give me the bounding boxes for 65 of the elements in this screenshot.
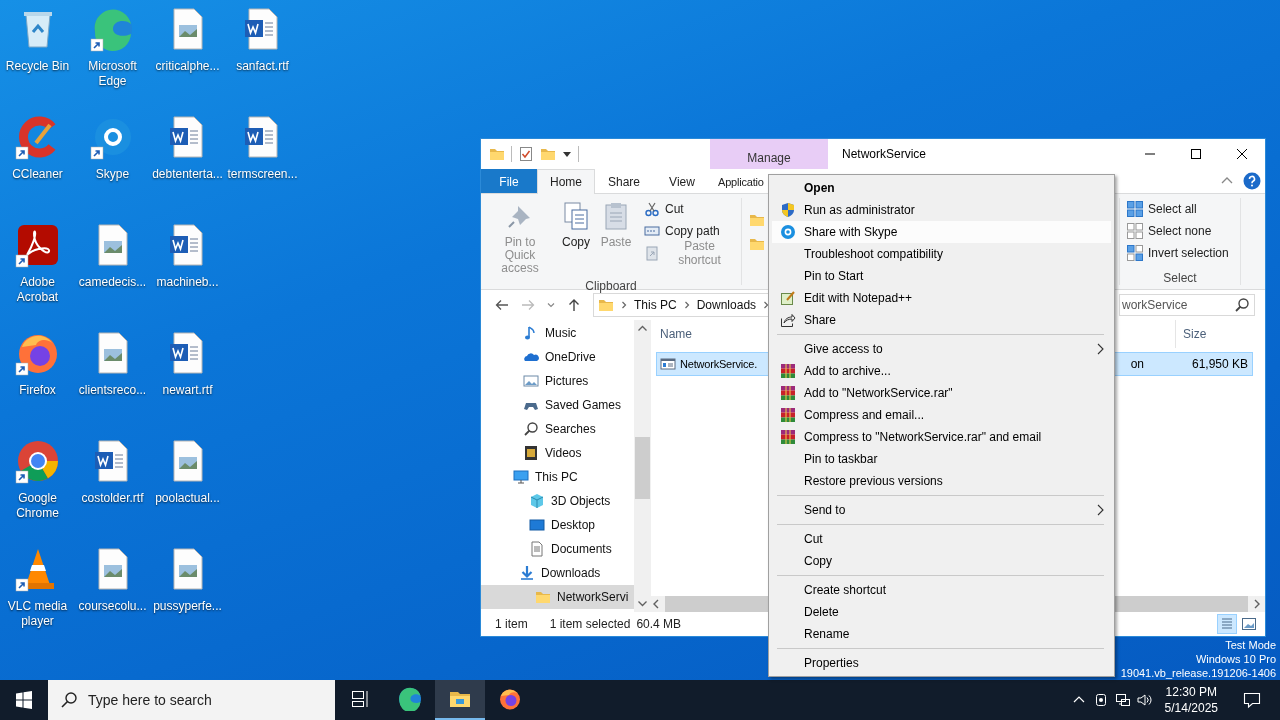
system-info-text: Test Mode	[1225, 638, 1276, 652]
file-name: NetworkService.	[680, 358, 758, 370]
menu-item[interactable]: Compress and email...	[772, 404, 1111, 426]
nav-item[interactable]: Downloads	[481, 561, 635, 585]
window-title: NetworkService	[842, 147, 927, 161]
file-type: on	[1130, 357, 1144, 371]
menu-item[interactable]: Properties	[772, 652, 1111, 674]
nav-item[interactable]: Pictures	[481, 369, 635, 393]
menu-item[interactable]: Give access to	[772, 338, 1111, 360]
ribbon-tab[interactable]: Home	[537, 169, 595, 194]
file-menu-tab[interactable]: File	[481, 169, 537, 193]
clock-date: 5/14/2025	[1164, 700, 1218, 716]
column-header[interactable]: Size	[1175, 320, 1255, 348]
menu-item[interactable]: Compress to "NetworkService.rar" and email	[772, 426, 1111, 448]
menu-item[interactable]: Copy	[772, 550, 1111, 572]
menu-item[interactable]: Open	[772, 177, 1111, 199]
nav-item[interactable]: Searches	[481, 417, 635, 441]
menu-item[interactable]: Pin to Start	[772, 265, 1111, 287]
nav-item[interactable]: Videos	[481, 441, 635, 465]
menu-item[interactable]: Restore previous versions	[772, 470, 1111, 492]
system-info-text: Windows 10 Pro	[1195, 652, 1276, 666]
menu-item[interactable]: Share with Skype	[772, 221, 1111, 243]
menu-item[interactable]: Edit with Notepad++	[772, 287, 1111, 309]
menu-item[interactable]: Delete	[772, 601, 1111, 623]
nav-item[interactable]: NetworkServi	[481, 585, 635, 609]
clock-time: 12:30 PM	[1165, 684, 1217, 700]
menu-item[interactable]: Cut	[772, 528, 1111, 550]
menu-item[interactable]: Add to archive...	[772, 360, 1111, 382]
ribbon-tab[interactable]: Applicatio	[711, 169, 765, 193]
item-count: 1 item	[495, 617, 528, 631]
nav-item[interactable]: Documents	[481, 537, 635, 561]
file-size: 61,950 KB	[1190, 357, 1249, 371]
group-label: Clipboard	[584, 278, 638, 295]
taskbar-search-field[interactable]: Type here to search	[48, 680, 335, 720]
cut-button[interactable]: Cut	[641, 198, 737, 220]
system-info-text: 19041.vb_release.191206-1406	[1120, 666, 1276, 680]
breadcrumb[interactable]: This PC	[634, 298, 677, 312]
ribbon-tab[interactable]: View	[653, 169, 711, 193]
menu-item[interactable]: Create shortcut	[772, 579, 1111, 601]
column-header[interactable]: Name	[648, 327, 692, 341]
menu-item[interactable]: Send to	[772, 499, 1111, 521]
menu-item[interactable]: Pin to taskbar	[772, 448, 1111, 470]
selection-size: 60.4 MB	[636, 617, 682, 631]
copypath-button[interactable]: Copy path	[641, 220, 737, 242]
ribbon-tab[interactable]: Share	[595, 169, 653, 193]
nav-item[interactable]: OneDrive	[481, 345, 635, 369]
menu-item[interactable]: Add to "NetworkService.rar"	[772, 382, 1111, 404]
selection-info: 1 item selected	[549, 617, 631, 631]
contextual-tab-header[interactable]: Manage	[710, 139, 828, 169]
selectall-button[interactable]: Select all	[1124, 198, 1232, 220]
search-field[interactable]: workService	[1119, 294, 1255, 316]
nav-item[interactable]: Music	[481, 321, 635, 345]
breadcrumb[interactable]: Downloads	[696, 298, 757, 312]
menu-item[interactable]: Run as administrator	[772, 199, 1111, 221]
nav-item[interactable]: Desktop	[481, 513, 635, 537]
menu-item[interactable]: Rename	[772, 623, 1111, 645]
nav-item[interactable]: 3D Objects	[481, 489, 635, 513]
menu-item[interactable]: Troubleshoot compatibility	[772, 243, 1111, 265]
copy-button[interactable]: Copy	[557, 198, 595, 251]
menu-item[interactable]: Share	[772, 309, 1111, 331]
group-label: Select	[1162, 270, 1198, 287]
selectnone-button[interactable]: Select none	[1124, 220, 1232, 242]
invert-button[interactable]: Invert selection	[1124, 242, 1232, 264]
nav-item[interactable]: This PC	[481, 465, 635, 489]
nav-item[interactable]: Saved Games	[481, 393, 635, 417]
